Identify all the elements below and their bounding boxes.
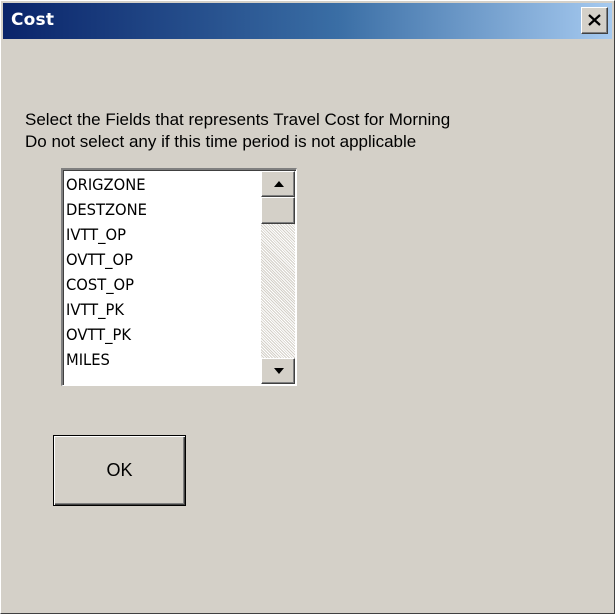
list-item[interactable]: DESTZONE — [66, 197, 245, 222]
instruction-line-2: Do not select any if this time period is… — [25, 132, 417, 151]
list-item[interactable]: MILES — [66, 347, 245, 372]
scroll-up-arrow-icon — [274, 181, 284, 187]
fields-list: ORIGZONE DESTZONE IVTT_OP OVTT_OP COST_O… — [66, 172, 261, 372]
cost-dialog: Cost Select the Fields that represents T… — [0, 0, 615, 614]
fields-listbox[interactable]: ORIGZONE DESTZONE IVTT_OP OVTT_OP COST_O… — [61, 168, 297, 386]
instruction-line-1: Select the Fields that represents Travel… — [25, 110, 451, 129]
list-item[interactable]: COST_OP — [66, 272, 245, 297]
window-title: Cost — [11, 10, 55, 30]
close-icon — [588, 14, 601, 26]
scroll-up-button[interactable] — [261, 171, 295, 197]
list-item[interactable]: OVTT_OP — [66, 247, 245, 272]
list-item[interactable]: OVTT_PK — [66, 322, 245, 347]
scrollbar-thumb[interactable] — [261, 197, 295, 224]
scroll-down-button[interactable] — [261, 358, 295, 384]
vertical-scrollbar[interactable] — [261, 171, 295, 384]
list-item[interactable]: IVTT_OP — [66, 222, 245, 247]
ok-button[interactable]: OK — [53, 435, 186, 506]
scroll-down-arrow-icon — [274, 368, 284, 374]
list-item[interactable]: IVTT_PK — [66, 297, 245, 322]
close-button[interactable] — [581, 7, 608, 34]
list-item[interactable]: ORIGZONE — [66, 172, 245, 197]
title-bar[interactable]: Cost — [3, 3, 612, 39]
